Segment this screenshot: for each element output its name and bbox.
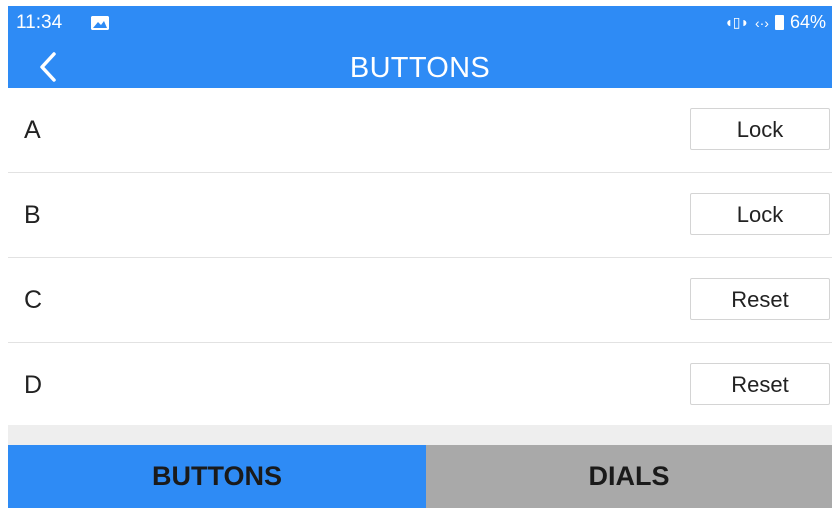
list-item: D Reset (8, 343, 832, 428)
app-header: 11:34 ◖▯◗ ‹·› 64% BUTTONS (8, 6, 832, 88)
row-label: B (24, 201, 41, 229)
tab-dials[interactable]: DIALS (426, 445, 832, 508)
list-item: B Lock (8, 173, 832, 258)
battery-icon (774, 15, 784, 30)
list-item: C Reset (8, 258, 832, 343)
row-label: D (24, 371, 43, 399)
reset-button[interactable]: Reset (690, 363, 830, 405)
sync-icon: ‹·› (754, 14, 769, 31)
battery-level: 64% (789, 12, 826, 32)
tab-bar: BUTTONS DIALS (8, 445, 832, 508)
row-label: A (24, 116, 41, 144)
image-icon (91, 16, 109, 30)
buttons-list: A Lock B Lock C Reset D Reset (8, 88, 832, 428)
lock-button[interactable]: Lock (690, 108, 830, 150)
page-title: BUTTONS (349, 52, 491, 84)
status-icons: ◖▯◗ ‹·› 64% (724, 12, 826, 33)
lock-button[interactable]: Lock (690, 193, 830, 235)
tab-buttons[interactable]: BUTTONS (8, 445, 426, 508)
row-label: C (24, 286, 43, 314)
status-time: 11:34 (16, 12, 63, 33)
reset-button[interactable]: Reset (690, 278, 830, 320)
divider-band (8, 425, 832, 445)
vibrate-icon: ◖▯◗ (724, 14, 749, 30)
list-item: A Lock (8, 88, 832, 173)
